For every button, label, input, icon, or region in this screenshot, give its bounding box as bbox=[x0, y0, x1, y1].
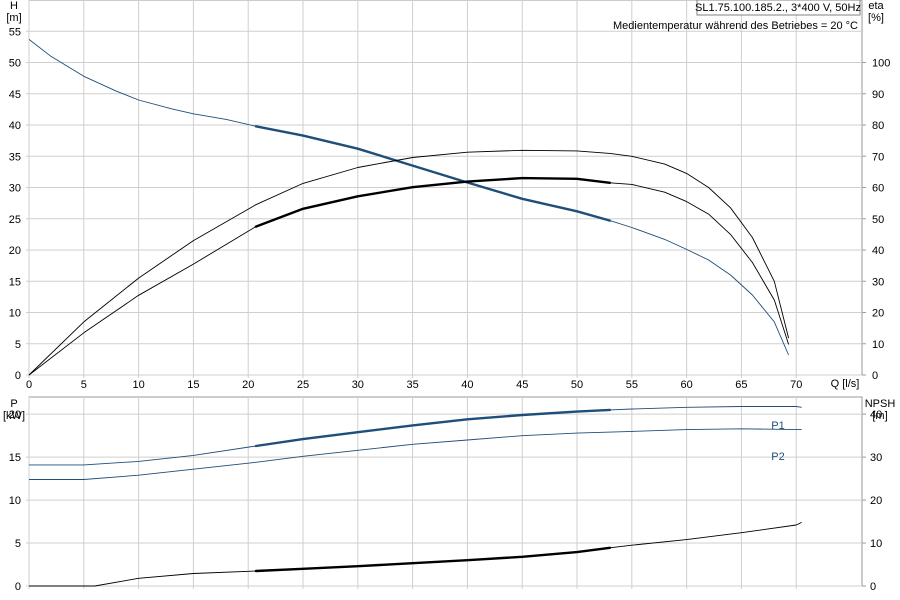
y-left-tick-label: 0 bbox=[15, 581, 21, 593]
y-right-unit-top: [%] bbox=[868, 12, 884, 24]
y-left-unit-top: [m] bbox=[6, 12, 21, 24]
x-tick-label: 65 bbox=[735, 379, 747, 391]
y-right-tick-label: 80 bbox=[872, 120, 884, 132]
y-right-tick-label: 20 bbox=[870, 495, 882, 507]
y-left-tick-label: 20 bbox=[9, 245, 21, 257]
y-right-unit-bottom: [m] bbox=[872, 410, 887, 422]
y-right-label-top: eta bbox=[868, 0, 884, 12]
y-left-tick-label: 50 bbox=[9, 58, 21, 70]
x-tick-label: 25 bbox=[297, 379, 309, 391]
y-right-tick-label: 10 bbox=[870, 538, 882, 550]
chart-header: SL1.75.100.185.2., 3*400 V, 50Hz bbox=[695, 2, 861, 14]
y-right-tick-label: 0 bbox=[870, 581, 876, 593]
y-left-tick-label: 10 bbox=[9, 495, 21, 507]
y-right-tick-label: 40 bbox=[872, 245, 884, 257]
y-right-tick-label: 0 bbox=[872, 370, 878, 382]
y-right-tick-label: 50 bbox=[872, 214, 884, 226]
pump-performance-chart: 0 5 10 15 20 25 30 35 40 45 50 55 60 65 70051015202530… bbox=[3, 0, 896, 593]
y-right-tick-label: 10 bbox=[872, 339, 884, 351]
x-tick-label: 35 bbox=[406, 379, 418, 391]
x-axis-label: Q [l/s] bbox=[831, 378, 860, 390]
x-tick-label: 30 bbox=[352, 379, 364, 391]
y-left-tick-label: 15 bbox=[9, 276, 21, 288]
series-label-p1: P1 bbox=[771, 420, 784, 432]
y-right-tick-label: 90 bbox=[872, 89, 884, 101]
y-left-tick-label: 0 bbox=[15, 370, 21, 382]
y-left-tick-label: 25 bbox=[9, 214, 21, 226]
y-right-tick-label: 30 bbox=[870, 452, 882, 464]
temperature-note: Medientemperatur während des Betriebes =… bbox=[613, 20, 858, 32]
y-left-unit-bottom: [kW] bbox=[3, 410, 25, 422]
x-tick-label: 50 bbox=[571, 379, 583, 391]
y-left-tick-label: 15 bbox=[9, 452, 21, 464]
y-left-tick-label: 35 bbox=[9, 151, 21, 163]
head-efficiency-panel: 0 5 10 15 20 25 30 35 40 45 50 55 60 65 70 0 5 10 15 20 25 30… bbox=[9, 0, 890, 391]
y-left-label-top: H bbox=[10, 0, 18, 12]
x-tick-label: 10 bbox=[132, 379, 144, 391]
y-left-tick-label: 55 bbox=[9, 26, 21, 38]
y-left-tick-label: 45 bbox=[9, 89, 21, 101]
y-right-tick-label: 30 bbox=[872, 276, 884, 288]
y-right-tick-label: 70 bbox=[872, 151, 884, 163]
x-tick-label: 0 bbox=[26, 379, 32, 391]
y-right-tick-label: 20 bbox=[872, 308, 884, 320]
y-right-label-bottom: NPSH bbox=[865, 398, 896, 410]
y-left-label-bottom: P bbox=[10, 398, 17, 410]
y-left-tick-label: 5 bbox=[15, 339, 21, 351]
y-left-tick-label: 5 bbox=[15, 538, 21, 550]
x-tick-label: 55 bbox=[626, 379, 638, 391]
y-left-tick-label: 30 bbox=[9, 183, 21, 195]
x-tick-label: 5 bbox=[81, 379, 87, 391]
x-tick-label: 45 bbox=[516, 379, 528, 391]
plot-frame-bottom bbox=[28, 396, 863, 587]
x-tick-label: 15 bbox=[187, 379, 199, 391]
x-tick-label: 70 bbox=[790, 379, 802, 391]
y-right-tick-label: 100 bbox=[872, 58, 890, 70]
series-label-p2: P2 bbox=[771, 451, 784, 463]
x-tick-label: 20 bbox=[242, 379, 254, 391]
x-tick-label: 40 bbox=[461, 379, 473, 391]
y-right-tick-label: 60 bbox=[872, 183, 884, 195]
y-left-tick-label: 40 bbox=[9, 120, 21, 132]
x-tick-label: 60 bbox=[681, 379, 693, 391]
y-left-tick-label: 10 bbox=[9, 308, 21, 320]
power-npsh-panel: 05101520010203040 bbox=[9, 396, 882, 593]
